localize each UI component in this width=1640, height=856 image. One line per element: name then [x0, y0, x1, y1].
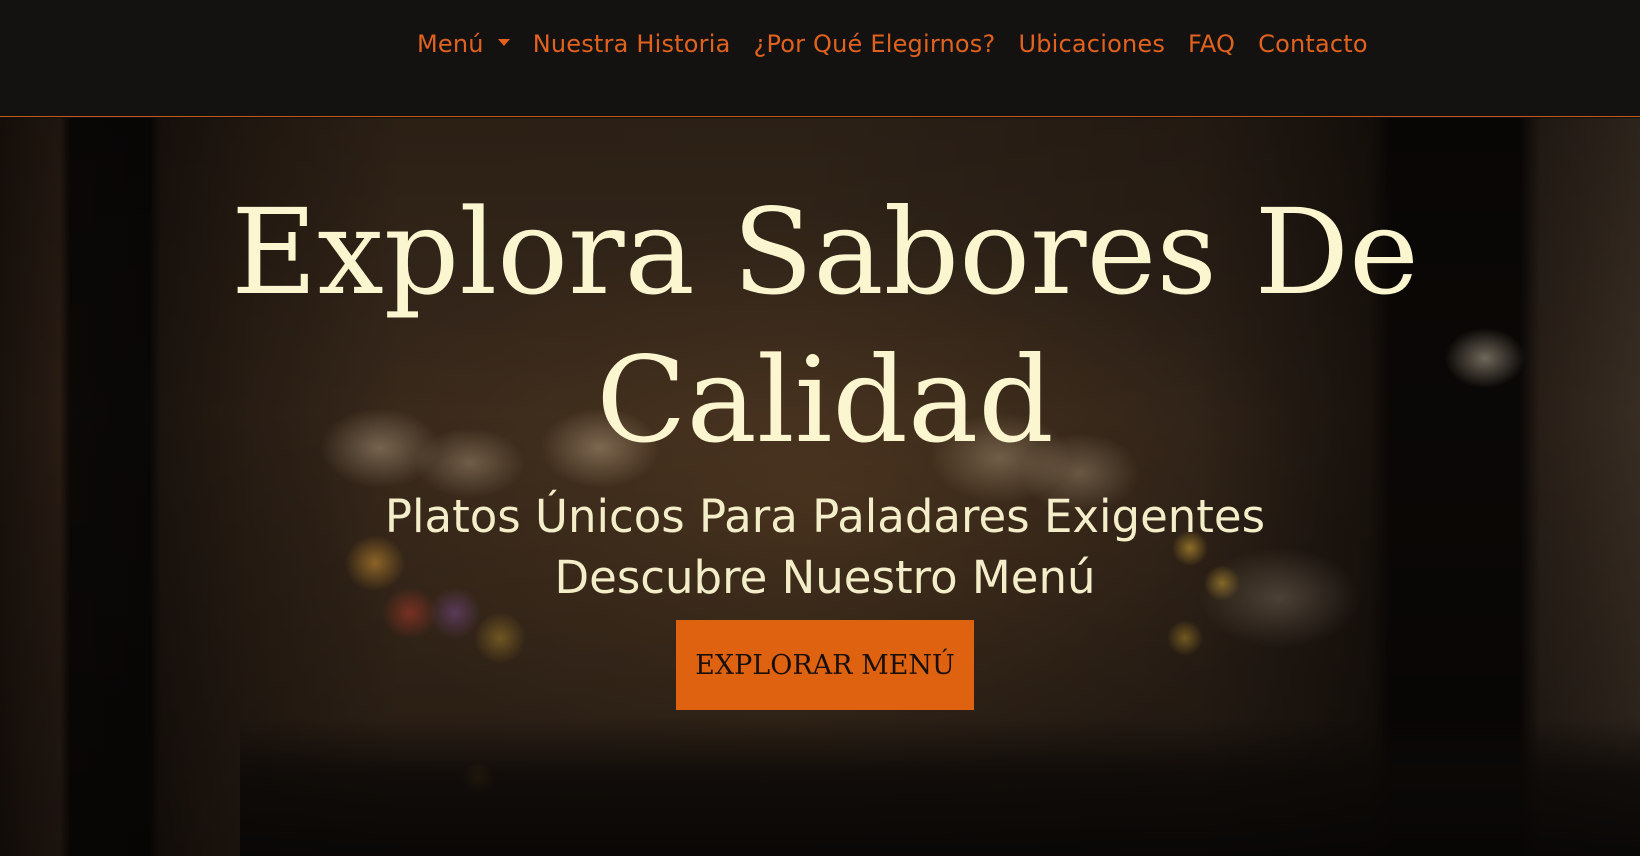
nav-links: Menú Nuestra Historia ¿Por Qué Elegirnos…	[417, 26, 1368, 62]
hero-background-table	[240, 718, 1640, 856]
nav-item-ubicaciones[interactable]: Ubicaciones	[1018, 26, 1165, 62]
hero-title-line1: Explora Sabores De	[231, 183, 1419, 321]
hero-subtitle-line1: Platos Únicos Para Paladares Exigentes	[384, 490, 1266, 543]
nav-item-menu-label: Menú	[417, 30, 484, 58]
hero-section: Explora Sabores De Calidad Platos Únicos…	[0, 118, 1640, 856]
hero-title-line2: Calidad	[596, 331, 1054, 469]
nav-item-faq[interactable]: FAQ	[1188, 26, 1235, 62]
caret-down-icon	[497, 38, 510, 46]
hero-subtitle: Platos Únicos Para Paladares Exigentes D…	[0, 486, 1640, 608]
nav-item-nuestra-historia[interactable]: Nuestra Historia	[533, 26, 731, 62]
explore-menu-button[interactable]: EXPLORAR MENÚ	[676, 620, 974, 710]
top-navbar: Menú Nuestra Historia ¿Por Qué Elegirnos…	[0, 0, 1640, 117]
hero-subtitle-line2: Descubre Nuestro Menú	[554, 551, 1096, 604]
nav-item-menu[interactable]: Menú	[417, 26, 510, 62]
hero-title: Explora Sabores De Calidad	[0, 178, 1640, 474]
nav-item-por-que-elegirnos[interactable]: ¿Por Qué Elegirnos?	[754, 26, 996, 62]
nav-item-contacto[interactable]: Contacto	[1258, 26, 1368, 62]
